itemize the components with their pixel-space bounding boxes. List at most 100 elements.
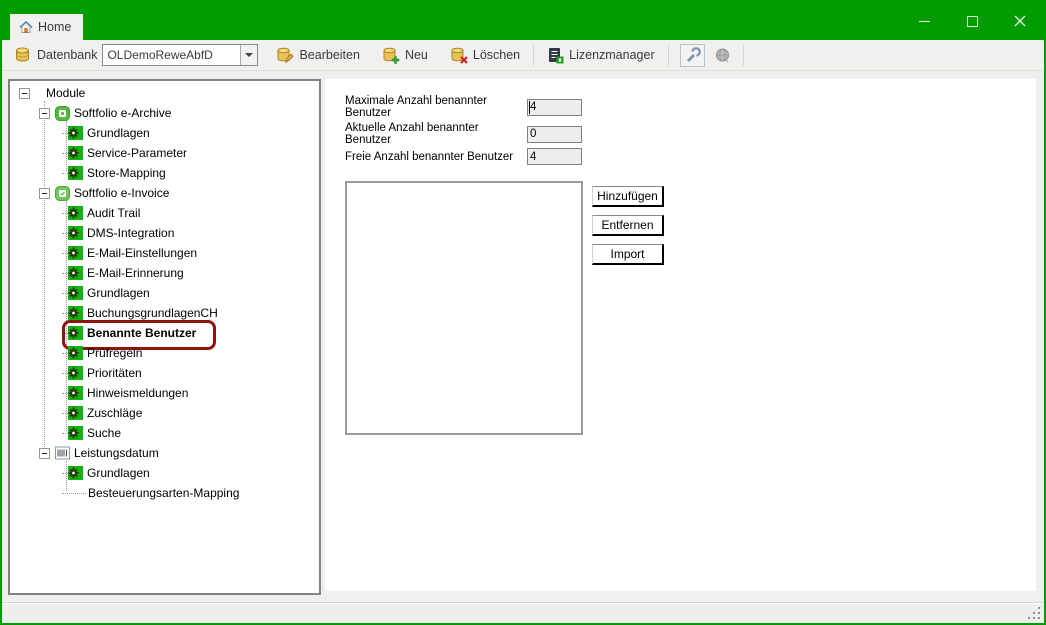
minimize-icon xyxy=(919,21,930,22)
bearbeiten-button[interactable]: Bearbeiten xyxy=(272,44,363,67)
barcode-icon xyxy=(55,446,70,461)
statusbar xyxy=(2,603,1044,623)
lizenzmanager-label: Lizenzmanager xyxy=(569,48,654,62)
freie-benutzer-field[interactable] xyxy=(527,148,582,165)
form-row-max-benutzer: Maximale Anzahl benannter Benutzer xyxy=(345,95,582,119)
database-label: Datenbank xyxy=(37,48,97,62)
gear-icon xyxy=(68,266,83,281)
lizenzmanager-button[interactable]: Lizenzmanager xyxy=(543,44,658,67)
database-icon xyxy=(14,47,31,63)
tab-home-label: Home xyxy=(38,20,71,34)
tree-item-grundlagen-invoice[interactable]: Grundlagen xyxy=(10,283,319,303)
tree-item-store-mapping[interactable]: Store-Mapping xyxy=(10,163,319,183)
tree-item-zuschlaege[interactable]: Zuschläge xyxy=(10,403,319,423)
tree-item-softfolio-e-invoice[interactable]: Softfolio e-Invoice xyxy=(10,183,319,203)
text-caret xyxy=(529,101,530,114)
license-manager-icon xyxy=(547,47,564,64)
tree-item-prioritaeten[interactable]: Prioritäten xyxy=(10,363,319,383)
gear-icon xyxy=(68,166,83,181)
database-delete-icon xyxy=(450,47,468,64)
tree-guide-stub xyxy=(62,493,86,494)
tree-item-pruefregeln[interactable]: Prüfregeln xyxy=(10,343,319,363)
toolbar: Datenbank OLDemoReweAbfD Bearbeiten xyxy=(2,40,1044,71)
tree-item-buchungsgrundlagench[interactable]: BuchungsgrundlagenCH xyxy=(10,303,319,323)
app-window: Home Datenbank OLDemoReweAbfD xyxy=(0,0,1046,625)
form-row-aktuelle-benutzer: Aktuelle Anzahl benannter Benutzer xyxy=(345,122,582,146)
tab-home[interactable]: Home xyxy=(10,14,83,40)
minimize-button[interactable] xyxy=(900,2,948,40)
tree-item-leistungsdatum[interactable]: Leistungsdatum xyxy=(10,443,319,463)
hinzufuegen-button[interactable]: Hinzufügen xyxy=(592,186,664,207)
tree-item-hinweismeldungen[interactable]: Hinweismeldungen xyxy=(10,383,319,403)
gear-icon xyxy=(68,366,83,381)
collapse-icon[interactable] xyxy=(19,88,30,99)
tree-item-grundlagen[interactable]: Grundlagen xyxy=(10,123,319,143)
database-combobox[interactable]: OLDemoReweAbfD xyxy=(102,44,258,66)
window-controls xyxy=(900,2,1044,40)
loeschen-button[interactable]: Löschen xyxy=(446,44,524,67)
database-combobox-value: OLDemoReweAbfD xyxy=(103,48,240,62)
gear-icon xyxy=(68,206,83,221)
max-benutzer-field[interactable] xyxy=(527,99,582,116)
freie-benutzer-label: Freie Anzahl benannter Benutzer xyxy=(345,151,527,163)
gear-icon xyxy=(68,226,83,241)
toolbar-separator xyxy=(533,44,534,66)
globe-button[interactable] xyxy=(711,45,734,66)
max-benutzer-label: Maximale Anzahl benannter Benutzer xyxy=(345,95,527,119)
close-button[interactable] xyxy=(996,2,1044,40)
wrench-icon xyxy=(684,47,701,64)
aktuelle-benutzer-field[interactable] xyxy=(527,126,582,143)
gear-icon xyxy=(68,326,83,341)
archive-module-icon xyxy=(55,106,70,121)
import-button[interactable]: Import xyxy=(592,244,664,265)
tree-item-softfolio-e-archive[interactable]: Softfolio e-Archive xyxy=(10,103,319,123)
tree-item-audit-trail[interactable]: Audit Trail xyxy=(10,203,319,223)
tree-item-service-parameter[interactable]: Service-Parameter xyxy=(10,143,319,163)
detail-panel: Maximale Anzahl benannter Benutzer Aktue… xyxy=(325,79,1036,591)
gear-icon xyxy=(68,286,83,301)
tree-item-suche[interactable]: Suche xyxy=(10,423,319,443)
maximize-icon xyxy=(967,16,978,27)
chevron-down-icon xyxy=(245,53,253,57)
tree-item-dms-integration[interactable]: DMS-Integration xyxy=(10,223,319,243)
gear-icon xyxy=(68,466,83,481)
tools-button[interactable] xyxy=(680,44,705,67)
bearbeiten-label: Bearbeiten xyxy=(299,48,359,62)
gear-icon xyxy=(68,126,83,141)
tree-item-email-erinnerung[interactable]: E-Mail-Erinnerung xyxy=(10,263,319,283)
gear-icon xyxy=(68,306,83,321)
toolbar-separator xyxy=(743,44,744,66)
collapse-icon[interactable] xyxy=(39,448,50,459)
resize-grip[interactable] xyxy=(1028,607,1041,620)
tree-item-grundlagen-leistungsdatum[interactable]: Grundlagen xyxy=(10,463,319,483)
form-row-freie-benutzer: Freie Anzahl benannter Benutzer xyxy=(345,148,582,165)
titlebar: Home xyxy=(2,2,1044,40)
tree-item-email-einstellungen[interactable]: E-Mail-Einstellungen xyxy=(10,243,319,263)
invoice-module-icon xyxy=(55,186,70,201)
combobox-dropdown-button[interactable] xyxy=(240,45,257,65)
close-icon xyxy=(1014,15,1026,27)
tree-item-besteuerungsarten-mapping[interactable]: Besteuerungsarten-Mapping xyxy=(10,483,319,503)
neu-label: Neu xyxy=(405,48,428,62)
maximize-button[interactable] xyxy=(948,2,996,40)
tree-item-benannte-benutzer[interactable]: Benannte Benutzer xyxy=(10,323,319,343)
gear-icon xyxy=(68,146,83,161)
gear-icon xyxy=(68,246,83,261)
benutzer-listbox[interactable] xyxy=(345,181,583,435)
gear-icon xyxy=(68,406,83,421)
toolbar-separator xyxy=(668,44,669,66)
content-area: Module Softfolio e-Archive xyxy=(2,71,1044,601)
module-tree-panel: Module Softfolio e-Archive xyxy=(8,79,321,595)
collapse-icon[interactable] xyxy=(39,108,50,119)
globe-icon xyxy=(714,47,731,64)
entfernen-button[interactable]: Entfernen xyxy=(592,215,664,236)
gear-icon xyxy=(68,426,83,441)
home-icon xyxy=(18,19,34,35)
collapse-icon[interactable] xyxy=(39,188,50,199)
database-edit-icon xyxy=(276,47,294,64)
tree-item-module[interactable]: Module xyxy=(10,83,319,103)
gear-icon xyxy=(68,346,83,361)
aktuelle-benutzer-label: Aktuelle Anzahl benannter Benutzer xyxy=(345,122,527,146)
gear-icon xyxy=(68,386,83,401)
neu-button[interactable]: Neu xyxy=(378,44,432,67)
